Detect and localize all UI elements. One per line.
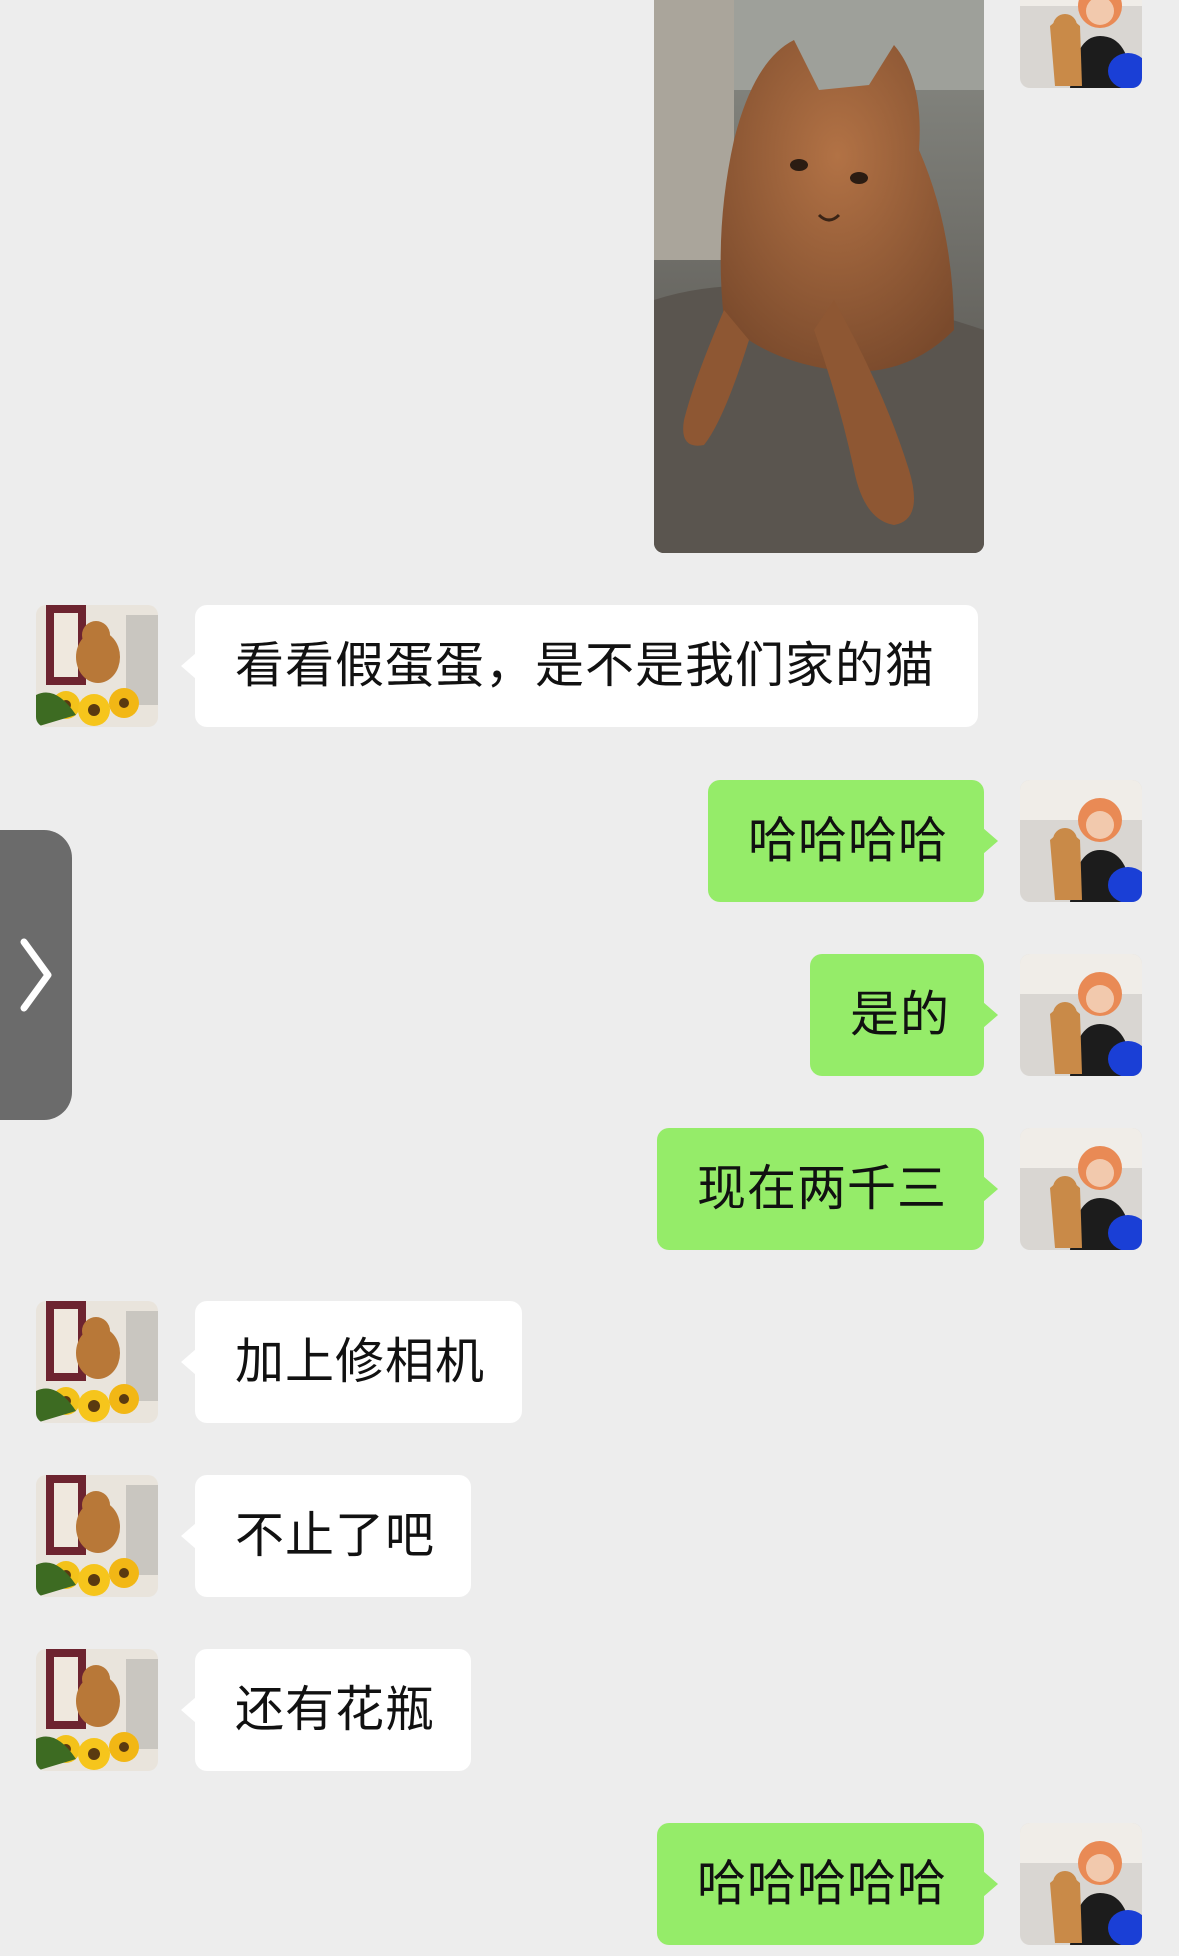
contact-avatar[interactable]: [36, 605, 158, 727]
message-text: 不止了吧: [235, 1507, 436, 1564]
my-avatar[interactable]: [1020, 1128, 1142, 1250]
cat-with-sunflowers-icon: [36, 1301, 158, 1423]
contact-avatar[interactable]: [36, 1301, 158, 1423]
chevron-right-icon: [20, 938, 52, 1012]
my-avatar[interactable]: [1020, 954, 1142, 1076]
message-bubble[interactable]: 是的: [810, 954, 998, 1076]
side-edge-tab[interactable]: [0, 830, 72, 1120]
message-bubble[interactable]: 哈哈哈哈: [708, 780, 998, 902]
cat-with-sunflowers-icon: [36, 1475, 158, 1597]
message-text: 加上修相机: [235, 1333, 486, 1390]
message-text: 现在两千三: [697, 1160, 948, 1217]
message-text: 哈哈哈哈哈: [697, 1855, 948, 1912]
message-bubble[interactable]: 哈哈哈哈哈: [657, 1823, 998, 1945]
woman-with-cat-icon: [1020, 0, 1142, 88]
woman-with-cat-icon: [1020, 780, 1142, 902]
cat-photo: [654, 0, 984, 553]
message-text: 哈哈哈哈: [748, 812, 949, 869]
message-bubble[interactable]: 加上修相机: [181, 1301, 522, 1423]
cat-with-sunflowers-icon: [36, 605, 158, 727]
my-avatar[interactable]: [1020, 780, 1142, 902]
message-text: 看看假蛋蛋，是不是我们家的猫: [235, 637, 936, 694]
contact-avatar[interactable]: [36, 1649, 158, 1771]
message-bubble[interactable]: 看看假蛋蛋，是不是我们家的猫: [181, 605, 978, 727]
message-bubble[interactable]: 现在两千三: [657, 1128, 998, 1250]
message-text: 还有花瓶: [235, 1681, 436, 1738]
contact-avatar[interactable]: [36, 1475, 158, 1597]
woman-with-cat-icon: [1020, 1823, 1142, 1945]
message-bubble[interactable]: 还有花瓶: [181, 1649, 471, 1771]
message-bubble[interactable]: 不止了吧: [181, 1475, 471, 1597]
my-avatar[interactable]: [1020, 1823, 1142, 1945]
chat-area[interactable]: 看看假蛋蛋，是不是我们家的猫 哈哈哈哈 是的 现在两千三 加上修相机 不止了吧 …: [0, 0, 1179, 1956]
my-avatar[interactable]: [1020, 0, 1142, 88]
cat-photo-message[interactable]: [654, 0, 984, 553]
woman-with-cat-icon: [1020, 1128, 1142, 1250]
woman-with-cat-icon: [1020, 954, 1142, 1076]
cat-with-sunflowers-icon: [36, 1649, 158, 1771]
message-text: 是的: [850, 986, 951, 1043]
